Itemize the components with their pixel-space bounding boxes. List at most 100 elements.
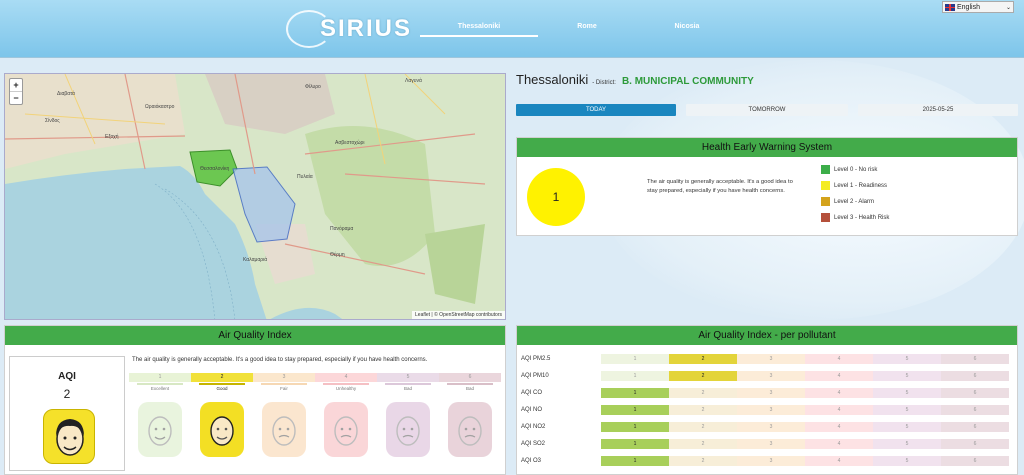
legend-item: Level 0 - No risk (821, 165, 889, 174)
pollutant-level-cell: 5 (873, 405, 941, 415)
tab-today[interactable]: TODAY (516, 104, 676, 116)
pollutant-level-cell: 3 (737, 405, 805, 415)
pollutant-level-cell: 3 (737, 354, 805, 364)
pollutant-level-cell: 6 (941, 371, 1009, 381)
pollutant-level-cell: 6 (941, 456, 1009, 466)
district-name: B. MUNICIPAL COMMUNITY (621, 76, 754, 87)
legend-item: Level 1 - Readiness (821, 181, 889, 190)
aqi-face-icon (138, 402, 182, 457)
warning-level-value: 1 (552, 190, 560, 204)
aqi-scale-line (137, 383, 183, 385)
nav-nicosia[interactable]: Nicosia (628, 23, 746, 30)
aqi-scale-label: Excellent (150, 386, 170, 391)
aqi-scale-label: Good (216, 386, 228, 391)
pollutant-title: Air Quality Index - per pollutant (517, 326, 1017, 345)
aqi-scale-label: Bad (403, 386, 412, 391)
pollutant-level-cell: 2 (669, 388, 737, 398)
sirius-logo[interactable]: SIRIUS (286, 8, 416, 50)
map-label: Φίλυρο (305, 84, 321, 90)
pollutant-level-cell: 4 (805, 388, 873, 398)
pollutant-level-cell: 3 (737, 422, 805, 432)
chevron-down-icon: ⌄ (1005, 4, 1011, 11)
top-header: SIRIUS Thessaloniki Rome Nicosia English… (0, 0, 1024, 58)
aqi-scale-cell: 3 (253, 373, 315, 382)
map-view[interactable]: + − Διαβατά Σίνδος Θεσσαλονίκη Πυλαία Θέ… (4, 73, 506, 320)
pollutant-row: AQI NO (521, 404, 601, 416)
pollutant-level-cell: 2 (669, 405, 737, 415)
legend-swatch (821, 197, 830, 206)
nav-thessaloniki[interactable]: Thessaloniki (420, 23, 538, 30)
aqi-label: AQI (58, 371, 76, 382)
zoom-in-button[interactable]: + (10, 79, 22, 91)
pollutant-level-cell: 4 (805, 371, 873, 381)
aqi-scale-label: Fair (280, 386, 288, 391)
tab-tomorrow[interactable]: TOMORROW (686, 104, 848, 116)
pollutant-name: AQI NO (521, 407, 543, 413)
zoom-out-button[interactable]: − (10, 91, 22, 104)
legend-swatch (821, 165, 830, 174)
pollutant-name: AQI SO2 (521, 441, 546, 447)
pollutant-level-cell: 1 (601, 422, 669, 432)
aqi-scale-cell: 4 (315, 373, 377, 382)
aqi-face-icon (200, 402, 244, 457)
warning-level-circle: 1 (527, 168, 585, 226)
map-label: Ωραιόκαστρο (145, 104, 175, 110)
pollutant-panel: Air Quality Index - per pollutant AQI PM… (516, 325, 1018, 475)
map-attribution[interactable]: Leaflet | © OpenStreetMap contributors (412, 311, 505, 319)
pollutant-level-cell: 6 (941, 439, 1009, 449)
zoom-control: + − (9, 78, 23, 105)
pollutant-level-cell: 6 (941, 405, 1009, 415)
aqi-face-icon (324, 402, 368, 457)
pollutant-level-cell: 5 (873, 388, 941, 398)
aqi-scale-line (385, 383, 431, 385)
map-label: Πυλαία (297, 174, 313, 180)
map-label: Ασβεστοχώρι (335, 140, 365, 146)
map-label: Λαγυνά (405, 78, 422, 84)
pollutant-level-cell: 5 (873, 439, 941, 449)
map-label: Θεσσαλονίκη (200, 166, 230, 172)
hews-legend: Level 0 - No risk Level 1 - Readiness Le… (821, 165, 889, 229)
pollutant-level-cell: 2 (669, 354, 737, 364)
map-canvas[interactable] (5, 74, 506, 320)
pollutant-level-cell: 3 (737, 371, 805, 381)
pollutant-level-cell: 6 (941, 422, 1009, 432)
language-label: English (957, 3, 980, 11)
city-header: Thessaloniki - District: B. MUNICIPAL CO… (516, 72, 754, 87)
aqi-face-icon (386, 402, 430, 457)
aqi-scale-line (199, 383, 245, 385)
pollutant-row: AQI PM2.5 (521, 353, 601, 365)
aqi-scale-label: Unhealthy (335, 386, 357, 391)
pollutant-level-cell: 4 (805, 354, 873, 364)
language-select[interactable]: English ⌄ (942, 1, 1014, 13)
aqi-scale-label: Bad (465, 386, 474, 391)
aqi-scale-cell: 5 (377, 373, 439, 382)
pollutant-row: AQI CO (521, 387, 601, 399)
aqi-message: The air quality is generally acceptable.… (132, 357, 428, 363)
map-label: Εξοχή (105, 134, 119, 140)
pollutant-level-cell: 1 (601, 439, 669, 449)
hews-title: Health Early Warning System (517, 138, 1017, 157)
aqi-scale-line (447, 383, 493, 385)
aqi-value: 2 (63, 387, 71, 401)
map-label: Θέρμη (330, 252, 345, 258)
pollutant-level-cell: 1 (601, 456, 669, 466)
map-label: Καλαμαριά (243, 257, 268, 263)
pollutant-level-cell: 4 (805, 439, 873, 449)
pollutant-level-cell: 5 (873, 456, 941, 466)
hews-message: The air quality is generally acceptable.… (647, 179, 793, 194)
pollutant-level-cell: 6 (941, 388, 1009, 398)
pollutant-level-cell: 6 (941, 354, 1009, 364)
pollutant-level-cell: 5 (873, 354, 941, 364)
tab-date[interactable]: 2025-05-25 (858, 104, 1018, 116)
pollutant-level-cell: 5 (873, 371, 941, 381)
aqi-summary-box: AQI 2 (9, 356, 125, 471)
pollutant-row: AQI SO2 (521, 438, 601, 450)
legend-label: Level 0 - No risk (834, 166, 878, 173)
aqi-face-icon (448, 402, 492, 457)
pollutant-name: AQI NO2 (521, 424, 546, 430)
legend-label: Level 1 - Readiness (834, 182, 888, 189)
city-name: Thessaloniki (516, 72, 589, 87)
aqi-scale-cell: 2 (191, 373, 253, 382)
legend-item: Level 2 - Alarm (821, 197, 889, 206)
pollutant-level-cell: 3 (737, 456, 805, 466)
